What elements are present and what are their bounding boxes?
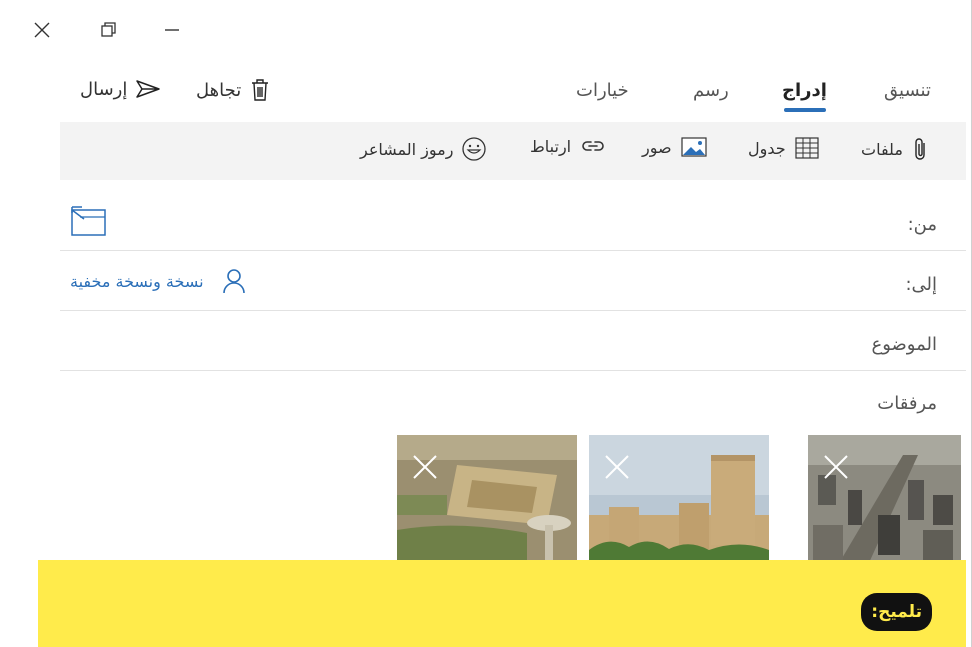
attachment-thumbnail[interactable] [589,435,769,565]
restore-icon [101,22,116,37]
attachment-thumbnail[interactable] [397,435,577,565]
insert-toolbar: ملفات جدول صور ارتباط رموز المشاعر [60,122,966,180]
table-icon [795,137,819,159]
remove-attachment-icon[interactable] [411,453,439,481]
link-button[interactable]: ارتباط [530,136,607,156]
mailbox-icon [71,206,106,236]
send-icon [136,80,161,98]
send-label: إرسال [80,78,128,100]
to-label: إلى: [905,274,937,295]
active-tab-indicator [784,108,826,112]
tab-options[interactable]: خيارات [576,80,629,101]
close-icon [34,22,50,38]
table-label: جدول [748,138,786,158]
emoji-button[interactable]: رموز المشاعر [360,136,487,162]
attachments-label: مرفقات [877,393,937,414]
minimize-window-button[interactable] [160,18,184,42]
files-label: ملفات [861,139,903,159]
restore-window-button[interactable] [96,18,120,42]
subject-input[interactable]: الموضوع [871,334,937,355]
from-account-button[interactable] [70,205,108,241]
tip-badge: تلميح: [861,593,932,631]
mail-compose-window: إرسال تجاهل تنسيق إدراج رسم خيارات ملفات… [0,0,972,647]
divider [60,310,966,311]
divider [60,250,966,251]
tab-draw[interactable]: رسم [693,80,729,101]
smiley-icon [462,137,487,161]
attachment-thumbnail[interactable] [808,435,961,565]
from-label: من: [907,214,937,235]
tab-insert[interactable]: إدراج [782,80,827,101]
discard-button[interactable]: تجاهل [196,78,271,102]
tip-banner: تلميح: [38,560,966,647]
divider [60,370,966,371]
link-label: ارتباط [530,136,572,156]
emoji-label: رموز المشاعر [360,139,454,159]
pictures-label: صور [642,137,672,157]
send-button[interactable]: إرسال [80,78,161,100]
remove-attachment-icon[interactable] [822,453,850,481]
pictures-button[interactable]: صور [642,136,708,158]
remove-attachment-icon[interactable] [603,453,631,481]
title-bar [0,0,971,60]
minimize-icon [165,29,179,31]
person-icon [222,269,245,294]
tab-format[interactable]: تنسيق [884,80,931,101]
cc-bcc-label: نسخة ونسخة مخفية [70,271,204,291]
link-icon [582,141,604,151]
paperclip-icon [915,138,925,160]
trash-icon [252,79,269,101]
table-button[interactable]: جدول [748,136,820,160]
picture-icon [680,137,707,157]
discard-label: تجاهل [196,79,242,101]
files-button[interactable]: ملفات [861,136,931,162]
close-window-button[interactable] [30,18,54,42]
cc-bcc-button[interactable]: نسخة ونسخة مخفية [70,268,246,294]
